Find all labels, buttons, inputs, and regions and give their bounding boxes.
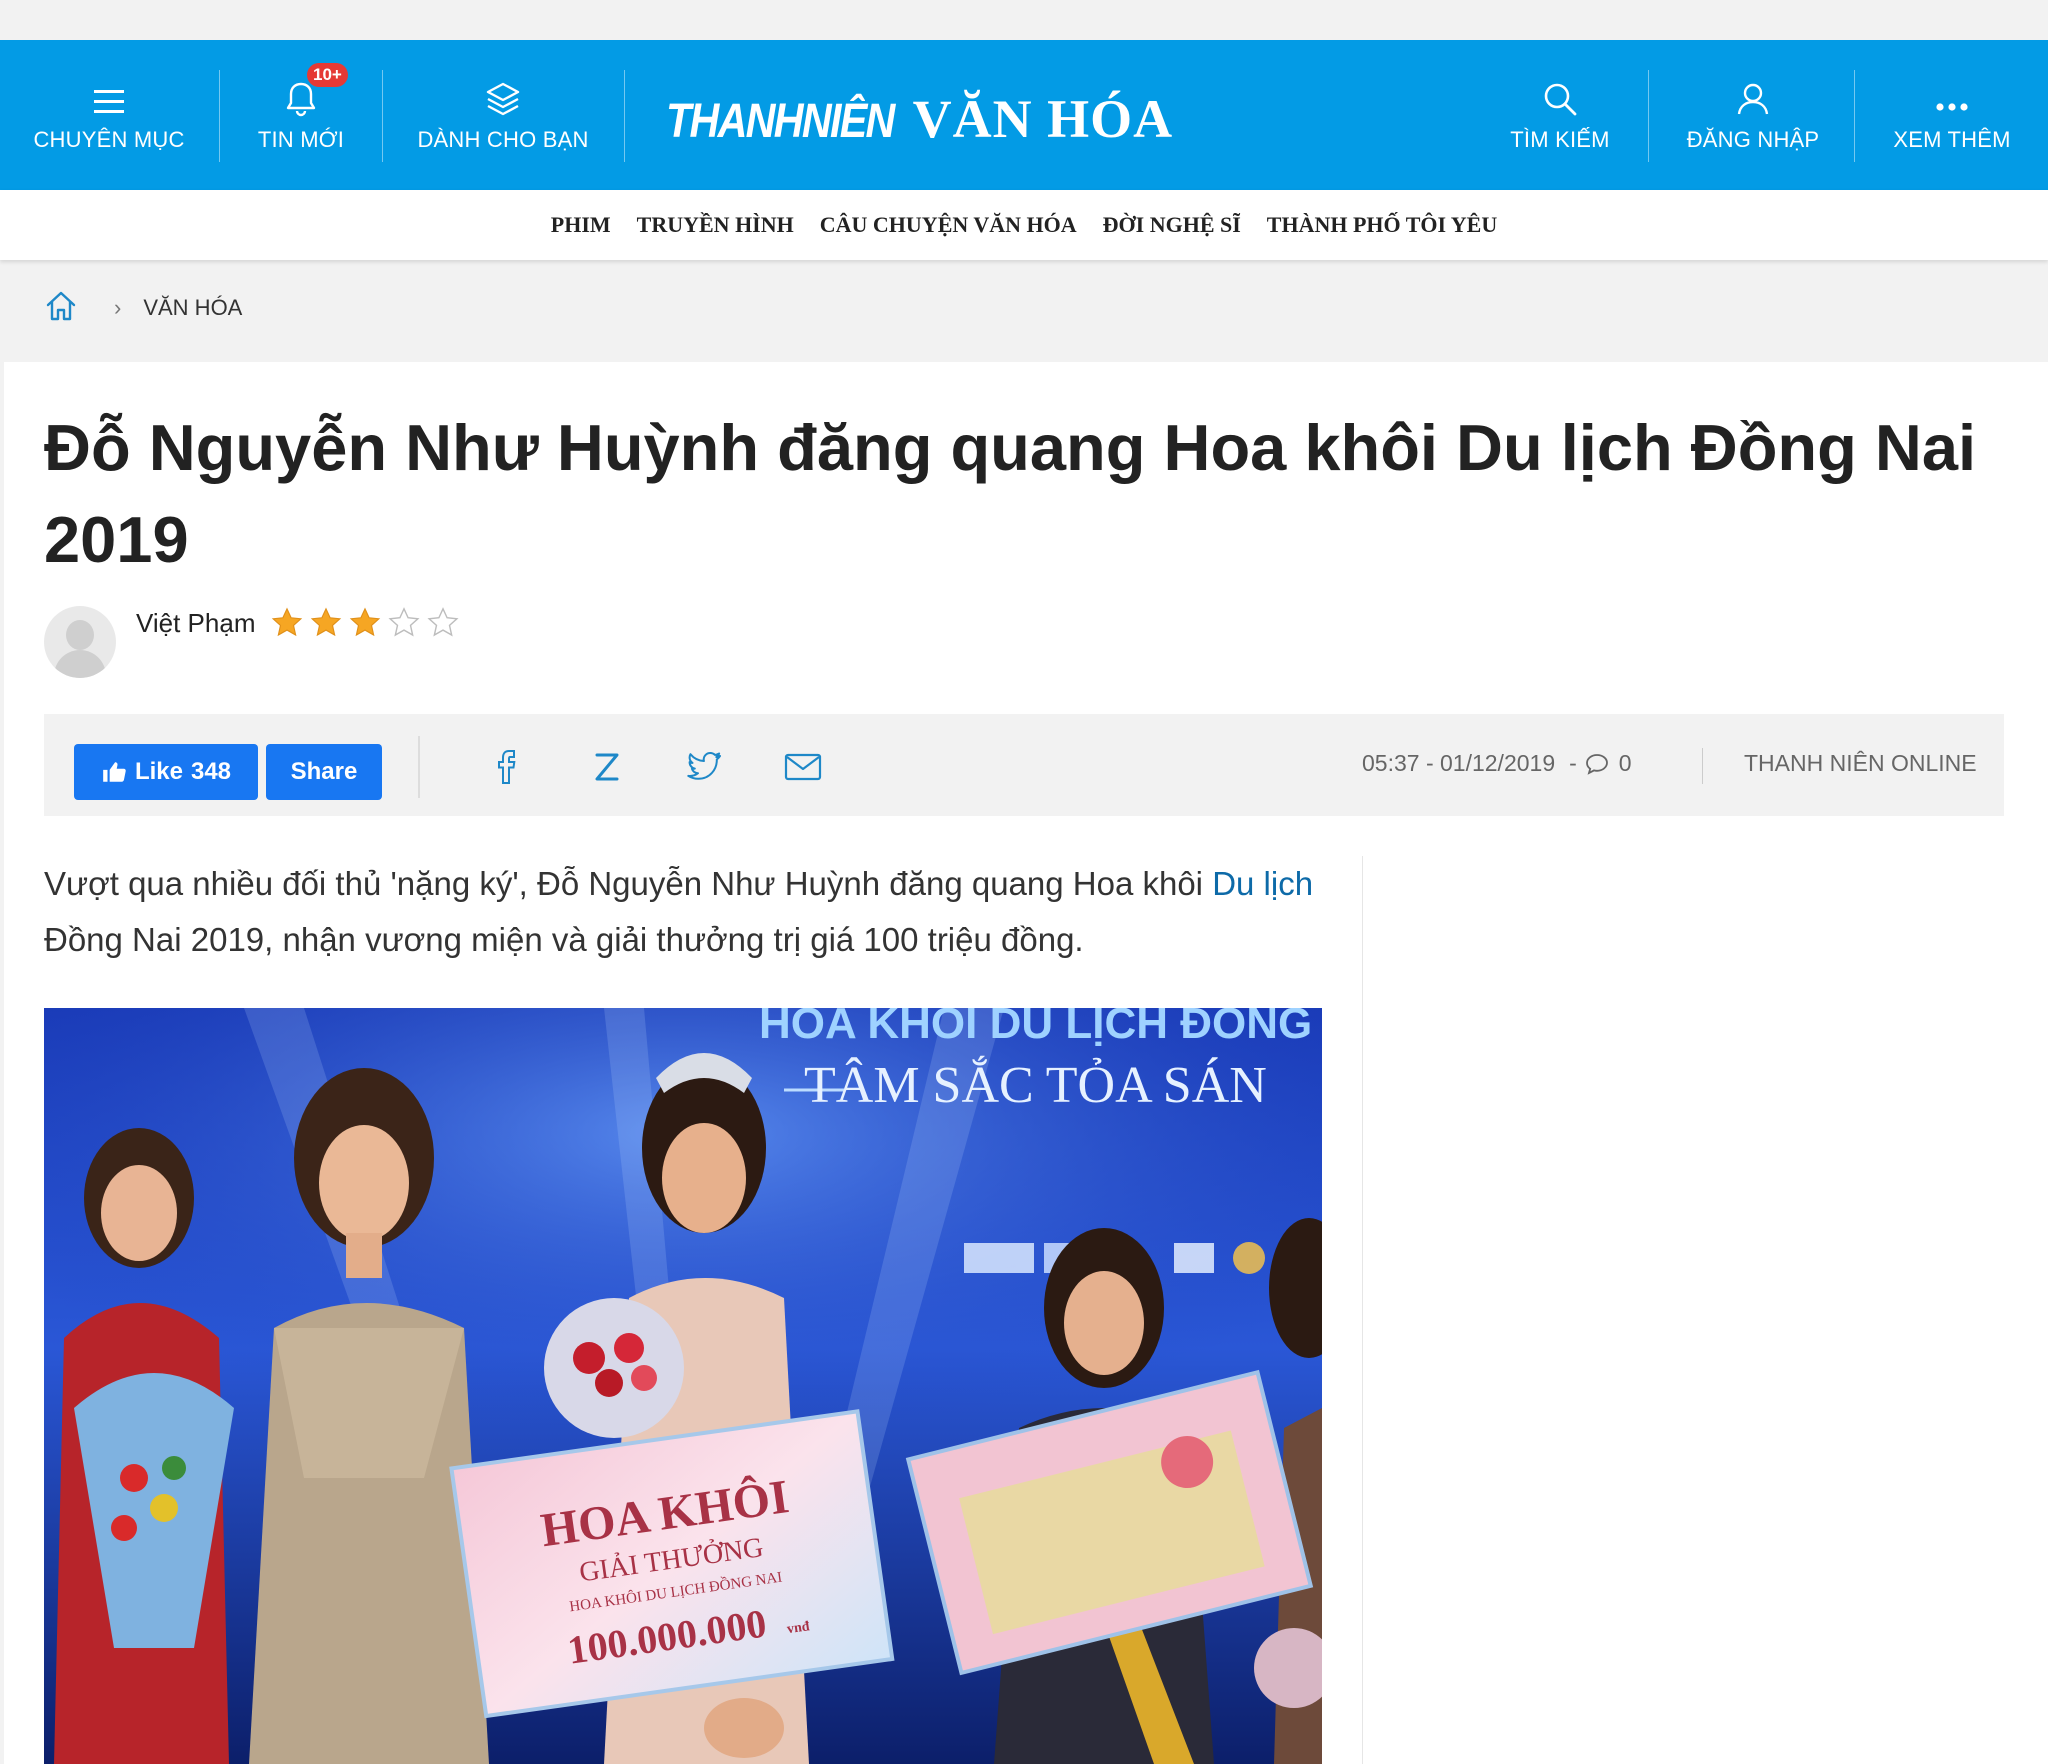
facebook-share-label: Share xyxy=(290,758,358,785)
nav-divider xyxy=(219,70,220,162)
photo-board-unit: vnđ xyxy=(786,1619,811,1637)
comment-count-link[interactable]: 0 xyxy=(1585,750,1632,777)
lede-text-end: Đồng Nai 2019, nhận vương miện và giải t… xyxy=(44,921,1084,958)
nav-for-you-button[interactable]: DÀNH CHO BẠN xyxy=(398,40,608,190)
nav-news-button[interactable]: 10+ TIN MỚI xyxy=(234,40,368,190)
zalo-icon[interactable] xyxy=(584,744,630,790)
subnav-item-phim[interactable]: PHIM xyxy=(551,212,611,238)
article-source: THANH NIÊN ONLINE xyxy=(1744,750,1977,776)
article-title: Đỗ Nguyễn Như Huỳnh đăng quang Hoa khôi … xyxy=(44,411,1977,576)
author-row: Việt Phạm xyxy=(44,606,464,680)
breadcrumb-separator: › xyxy=(114,295,122,320)
nav-more-label: XEM THÊM xyxy=(1893,127,2011,152)
more-icon xyxy=(1934,77,1970,117)
comment-count: 0 xyxy=(1618,750,1632,776)
logo-thanhnien-text: THANHNIÊN xyxy=(666,95,895,148)
nav-categories-button[interactable]: CHUYÊN MỤC xyxy=(20,40,198,190)
nav-search-label: TÌM KIẾM xyxy=(1510,127,1610,152)
breadcrumb-section[interactable]: VĂN HÓA xyxy=(143,295,242,321)
star-filled-icon[interactable] xyxy=(308,606,344,640)
facebook-like-button[interactable]: Like 348 xyxy=(74,744,258,800)
logo-vanhoa-text: VĂN HÓA xyxy=(912,89,1174,149)
facebook-icon[interactable] xyxy=(484,744,530,790)
nav-divider xyxy=(382,70,383,162)
section-subnav: PHIM TRUYỀN HÌNH CÂU CHUYỆN VĂN HÓA ĐỜI … xyxy=(0,190,2048,260)
subnav-item-doi-nghe-si[interactable]: ĐỜI NGHỆ SĨ xyxy=(1103,212,1241,238)
article-photo[interactable]: HOA KHÔI DU LỊCH ĐỒNG TÂM SẮC TỎA SÁN HO… xyxy=(44,1008,1322,1764)
email-icon[interactable] xyxy=(780,744,826,790)
thumbs-up-icon xyxy=(103,762,126,782)
home-icon[interactable] xyxy=(44,289,78,328)
nav-login-button[interactable]: ĐĂNG NHẬP xyxy=(1664,40,1842,190)
nav-for-you-label: DÀNH CHO BẠN xyxy=(417,127,589,152)
nav-divider xyxy=(1854,70,1855,162)
layers-icon xyxy=(485,77,521,117)
share-bar: Like 348 Share 05:37 - 01/12/2019 - 0 TH… xyxy=(44,714,2004,816)
publish-meta: 05:37 - 01/12/2019 - 0 xyxy=(1362,750,1632,777)
facebook-like-label: Like xyxy=(134,758,183,785)
menu-icon xyxy=(92,77,126,117)
meta-dash: - xyxy=(1569,750,1577,776)
article-card: Đỗ Nguyễn Như Huỳnh đăng quang Hoa khôi … xyxy=(4,362,2048,1764)
bell-icon: 10+ xyxy=(285,63,348,117)
facebook-like-count: 348 xyxy=(190,758,232,785)
lede-text-start: Vượt qua nhiều đối thủ 'nặng ký', Đỗ Ngu… xyxy=(44,865,1213,902)
nav-login-label: ĐĂNG NHẬP xyxy=(1686,127,1820,152)
publish-datetime: 05:37 - 01/12/2019 xyxy=(1362,750,1556,776)
site-logo[interactable]: THANHNIÊN VĂN HÓA xyxy=(666,88,1173,149)
search-icon xyxy=(1542,77,1578,117)
comment-icon xyxy=(1585,753,1608,775)
subnav-item-truyen-hinh[interactable]: TRUYỀN HÌNH xyxy=(637,212,794,238)
star-empty-icon[interactable] xyxy=(425,606,461,640)
star-filled-icon[interactable] xyxy=(347,606,383,640)
breadcrumb: › VĂN HÓA xyxy=(44,288,242,328)
article-lede: Vượt qua nhiều đối thủ 'nặng ký', Đỗ Ngu… xyxy=(44,856,1344,968)
author-avatar[interactable] xyxy=(44,606,116,678)
photo-banner-line2: TÂM SẮC TỎA SÁN xyxy=(804,1055,1267,1114)
user-icon xyxy=(1735,77,1771,117)
subnav-item-thanh-pho-toi-yeu[interactable]: THÀNH PHỐ TÔI YÊU xyxy=(1267,212,1497,238)
news-count-badge: 10+ xyxy=(307,63,348,87)
rating-stars[interactable] xyxy=(269,606,464,640)
meta-divider xyxy=(1702,748,1703,784)
nav-news-label: TIN MỚI xyxy=(257,127,345,152)
twitter-icon[interactable] xyxy=(682,744,728,790)
star-filled-icon[interactable] xyxy=(269,606,305,640)
subnav-item-cau-chuyen-van-hoa[interactable]: CÂU CHUYỆN VĂN HÓA xyxy=(820,212,1077,238)
photo-banner-line1: HOA KHÔI DU LỊCH ĐỒNG xyxy=(759,1008,1312,1048)
top-navigation-bar: CHUYÊN MỤC 10+ TIN MỚI DÀNH CHO BẠN THAN… xyxy=(0,40,2048,190)
sidebar-divider xyxy=(1362,856,1363,1764)
facebook-share-button[interactable]: Share xyxy=(266,744,382,800)
nav-divider xyxy=(624,70,625,162)
nav-search-button[interactable]: TÌM KIẾM xyxy=(1480,40,1640,190)
author-name[interactable]: Việt Phạm xyxy=(136,608,255,639)
share-divider xyxy=(418,736,420,798)
nav-categories-label: CHUYÊN MỤC xyxy=(33,127,185,152)
star-empty-icon[interactable] xyxy=(386,606,422,640)
nav-divider xyxy=(1648,70,1649,162)
lede-topic-link[interactable]: Du lịch xyxy=(1212,865,1313,902)
nav-more-button[interactable]: XEM THÊM xyxy=(1870,40,2034,190)
